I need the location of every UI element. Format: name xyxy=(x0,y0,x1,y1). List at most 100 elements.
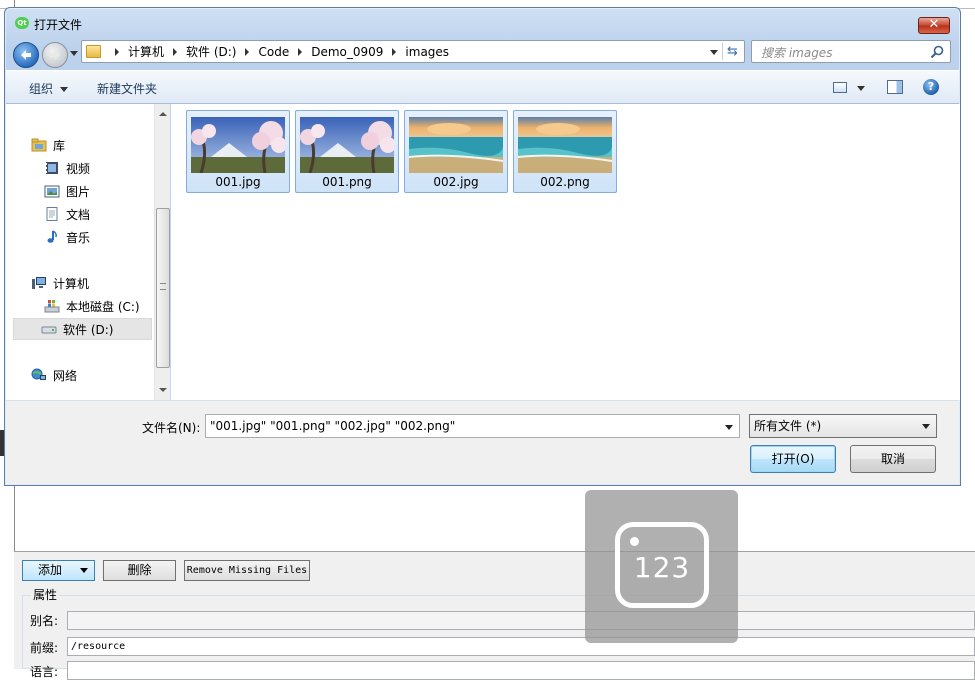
scroll-down-icon[interactable] xyxy=(159,388,167,392)
back-button[interactable] xyxy=(13,42,39,68)
navigation-pane: 库 视频 图片 文档 音乐 计算机 本地磁盘 (C:) 软件 (D:) 网络 xyxy=(6,104,170,400)
properties-title: 属性 xyxy=(31,586,60,603)
filetype-select[interactable]: 所有文件 (*) xyxy=(749,414,937,438)
drive-icon xyxy=(41,322,57,336)
dialog-title: 打开文件 xyxy=(34,18,83,32)
chevron-down-icon[interactable] xyxy=(725,425,733,430)
cherry-blossom-thumbnail xyxy=(300,117,394,173)
filename-input[interactable]: "001.jpg" "001.png" "002.jpg" "002.png" xyxy=(205,414,740,438)
prefix-field[interactable]: /resource xyxy=(67,637,975,656)
scroll-up-icon[interactable] xyxy=(159,112,167,116)
nav-drive-c[interactable]: 本地磁盘 (C:) xyxy=(44,295,140,317)
view-mode-icon[interactable] xyxy=(833,82,847,93)
breadcrumb-separator-icon[interactable] xyxy=(392,47,397,56)
video-icon xyxy=(44,161,60,175)
breadcrumb-code[interactable]: Code xyxy=(258,45,289,59)
search-icon[interactable] xyxy=(930,45,944,59)
refresh-icon[interactable]: ⇆ xyxy=(722,43,742,60)
file-tile[interactable]: 001.png xyxy=(295,110,399,193)
nav-drive-d[interactable]: 软件 (D:) xyxy=(13,318,152,340)
breadcrumb-separator-icon[interactable] xyxy=(173,47,178,56)
nav-computer[interactable]: 计算机 xyxy=(31,272,89,294)
cancel-button[interactable]: 取消 xyxy=(850,445,936,473)
watermark-frame-icon: 123 xyxy=(615,522,709,608)
add-button-label: 添加 xyxy=(38,563,63,577)
delete-button[interactable]: 删除 xyxy=(103,560,176,581)
forward-button[interactable] xyxy=(42,42,68,68)
file-list-view[interactable]: 001.jpg 001.png 002.jpg 002.png xyxy=(171,104,960,400)
breadcrumb-separator-icon[interactable] xyxy=(298,47,303,56)
nav-drive-c-label: 本地磁盘 (C:) xyxy=(66,299,140,314)
breadcrumb-separator-icon[interactable] xyxy=(115,47,119,56)
nav-network[interactable]: 网络 xyxy=(31,364,77,386)
nav-libraries[interactable]: 库 xyxy=(31,134,65,156)
nav-music[interactable]: 音乐 xyxy=(44,226,90,248)
nav-libraries-label: 库 xyxy=(53,138,66,153)
nav-pictures[interactable]: 图片 xyxy=(44,180,90,202)
preview-pane-icon[interactable] xyxy=(887,80,903,94)
filetype-value: 所有文件 (*) xyxy=(754,419,822,433)
chevron-down-icon xyxy=(922,424,930,429)
chevron-down-icon[interactable] xyxy=(80,568,88,573)
view-mode-dropdown[interactable] xyxy=(857,86,865,91)
file-name: 001.jpg xyxy=(215,175,261,189)
nav-scrollbar[interactable] xyxy=(154,104,170,400)
new-folder-button[interactable]: 新建文件夹 xyxy=(97,80,157,97)
cherry-blossom-thumbnail xyxy=(191,117,285,173)
breadcrumb-demo[interactable]: Demo_0909 xyxy=(311,45,383,59)
recent-locations-dropdown[interactable] xyxy=(70,51,78,56)
search-box[interactable]: 搜索 images xyxy=(751,40,951,63)
breadcrumb-drive-d[interactable]: 软件 (D:) xyxy=(186,43,236,60)
nav-videos[interactable]: 视频 xyxy=(44,157,90,179)
language-label: 语言: xyxy=(30,665,59,679)
properties-group xyxy=(22,595,975,669)
file-tile[interactable]: 001.jpg xyxy=(186,110,290,193)
address-bar[interactable]: 计算机 软件 (D:) Code Demo_0909 images ⇆ xyxy=(81,40,745,63)
nav-documents-label: 文档 xyxy=(66,207,91,222)
arrow-left-icon xyxy=(21,50,31,60)
filename-label: 文件名(N): xyxy=(142,421,201,435)
help-icon[interactable]: ? xyxy=(923,79,939,95)
breadcrumb-separator-icon[interactable] xyxy=(245,47,250,56)
music-note-icon xyxy=(44,230,60,244)
chevron-down-icon xyxy=(60,87,69,92)
watermark-text: 123 xyxy=(633,551,691,584)
dialog-titlebar[interactable]: Qt 打开文件 ✕ xyxy=(5,8,960,38)
alias-label: 别名: xyxy=(30,614,59,628)
organize-label: 组织 xyxy=(29,82,54,96)
breadcrumb-images[interactable]: images xyxy=(405,45,449,59)
folder-icon xyxy=(86,45,101,58)
qt-app-icon: Qt xyxy=(15,17,29,29)
file-tile[interactable]: 002.jpg xyxy=(404,110,508,193)
add-button[interactable]: 添加 xyxy=(22,560,95,581)
open-file-dialog: Qt 打开文件 ✕ 计算机 软件 (D:) Code Demo_0909 ima… xyxy=(4,7,961,486)
picture-icon xyxy=(44,184,60,198)
nav-network-label: 网络 xyxy=(53,368,78,383)
nav-music-label: 音乐 xyxy=(66,230,91,245)
network-icon xyxy=(31,368,47,382)
arrow-right-icon xyxy=(50,50,60,60)
file-name: 002.jpg xyxy=(433,175,479,189)
system-drive-icon xyxy=(44,299,60,313)
beach-sunset-thumbnail xyxy=(518,117,612,173)
prefix-label: 前缀: xyxy=(30,641,59,655)
breadcrumb-computer[interactable]: 计算机 xyxy=(128,43,164,60)
remove-missing-files-button[interactable]: Remove Missing Files xyxy=(184,560,310,581)
address-history-dropdown[interactable] xyxy=(710,50,718,55)
alias-field[interactable] xyxy=(67,611,975,630)
file-name: 001.png xyxy=(322,175,372,189)
file-tile[interactable]: 002.png xyxy=(513,110,617,193)
grip-icon xyxy=(160,283,166,290)
close-button[interactable]: ✕ xyxy=(918,17,950,34)
filename-value: "001.jpg" "001.png" "002.jpg" "002.png" xyxy=(210,419,456,433)
library-icon xyxy=(31,138,47,152)
breadcrumb: 计算机 软件 (D:) Code Demo_0909 images xyxy=(106,41,449,62)
language-field[interactable] xyxy=(67,661,975,680)
scroll-thumb[interactable] xyxy=(156,208,170,368)
nav-computer-label: 计算机 xyxy=(53,276,90,291)
document-icon xyxy=(44,207,60,221)
open-button[interactable]: 打开(O) xyxy=(750,445,836,473)
nav-documents[interactable]: 文档 xyxy=(44,203,90,225)
nav-pictures-label: 图片 xyxy=(66,184,91,199)
organize-menu[interactable]: 组织 xyxy=(29,80,69,97)
